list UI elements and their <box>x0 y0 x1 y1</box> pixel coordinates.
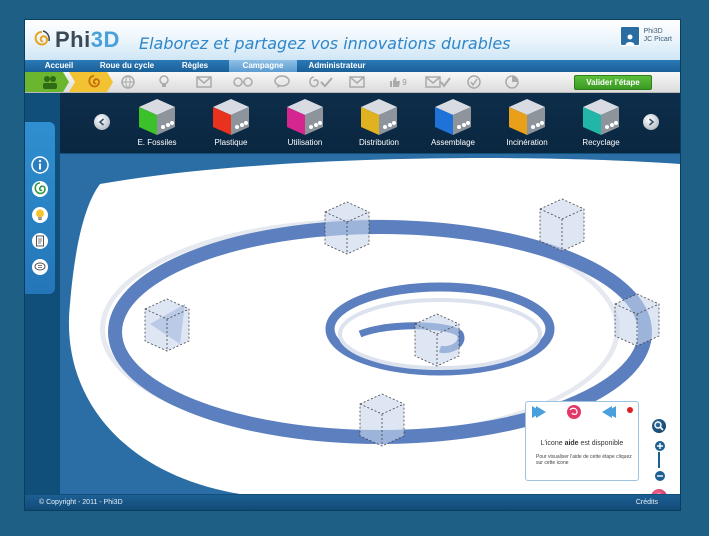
step-comment-icon[interactable] <box>271 72 293 92</box>
info-icon[interactable] <box>31 156 49 174</box>
category-e-fossiles[interactable]: E. Fossiles <box>122 97 192 147</box>
category-label: Recyclage <box>582 138 620 147</box>
category-label: Utilisation <box>287 138 323 147</box>
step-mail-check-icon[interactable] <box>423 72 453 92</box>
left-toolbar <box>25 122 55 294</box>
step-mail-icon[interactable] <box>193 72 215 92</box>
like-count: 9 <box>402 77 407 87</box>
help-button[interactable] <box>650 488 668 494</box>
carousel-next-button[interactable] <box>643 114 659 130</box>
credits-link[interactable]: Crédits <box>636 495 658 510</box>
user-name: JC Picart <box>643 36 672 43</box>
footer: © Copyright - 2011 - Phi3D Crédits <box>25 495 680 510</box>
help-body: Pour visualiser l'aide de cette étape cl… <box>536 454 632 466</box>
category-cube-icon <box>139 99 175 135</box>
category-assemblage[interactable]: Assemblage <box>418 97 488 147</box>
category-carousel: E. Fossiles Plastique Utilisation Distribut… <box>60 93 680 153</box>
minus-icon <box>657 475 663 477</box>
category-cube-icon <box>287 99 323 135</box>
category-cube-icon <box>213 99 249 135</box>
user-box[interactable]: Phi3D JC Picart <box>619 26 672 46</box>
cube-slot-1 <box>324 201 370 255</box>
validate-step-button[interactable]: Valider l'étape <box>574 75 652 90</box>
category-label: Distribution <box>358 138 399 147</box>
logo: Phi3D <box>31 26 120 54</box>
help-swirl-icon <box>657 493 662 494</box>
header: Phi3D Elaborez et partagez vos innovatio… <box>25 20 680 60</box>
tagline: Elaborez et partagez vos innovations dur… <box>139 34 511 53</box>
step-swirl-icon[interactable] <box>81 72 107 92</box>
category-cube-icon <box>583 99 619 135</box>
step-check-circle-icon[interactable] <box>463 72 485 92</box>
category-label: Incinération <box>506 138 548 147</box>
chevron-right-icon <box>648 118 655 126</box>
category-incin-ration[interactable]: Incinération <box>492 97 562 147</box>
logo-swirl-icon <box>34 30 50 46</box>
logo-text: Phi3D <box>55 27 120 52</box>
category-plastique[interactable]: Plastique <box>196 97 266 147</box>
comment-icon[interactable] <box>31 258 49 276</box>
main-nav: Accueil Roue du cycle Règles Campagne Ad… <box>25 60 680 72</box>
user-org: Phi3D <box>643 28 663 35</box>
step-team-icon[interactable] <box>37 72 63 92</box>
nav-campagne[interactable]: Campagne <box>229 60 297 72</box>
category-cube-icon <box>509 99 545 135</box>
category-label: E. Fossiles <box>137 138 177 147</box>
swirl-icon[interactable] <box>31 180 49 198</box>
help-tooltip: L'icone aide est disponible Pour visuali… <box>525 401 639 481</box>
help-icons <box>532 405 616 419</box>
zoom-in-button[interactable] <box>654 440 666 452</box>
zoom-search-button[interactable] <box>651 418 667 434</box>
category-cube-icon <box>361 99 397 135</box>
nav-regles[interactable]: Règles <box>161 60 229 72</box>
category-cube-icon <box>435 99 471 135</box>
chevron-left-icon <box>98 118 105 126</box>
spiral-canvas[interactable]: L'icone aide est disponible Pour visuali… <box>60 154 680 494</box>
idea-bulb-icon[interactable] <box>31 206 49 224</box>
close-dot-icon[interactable] <box>627 407 633 413</box>
category-recyclage[interactable]: Recyclage <box>566 97 636 147</box>
carousel-prev-button[interactable] <box>94 114 110 130</box>
plus-icon <box>657 443 663 449</box>
step-pie-chart-icon[interactable] <box>501 72 523 92</box>
help-title: L'icone aide est disponible <box>540 440 624 447</box>
app-window: Phi3D Elaborez et partagez vos innovatio… <box>25 20 680 510</box>
step-bulb-icon[interactable] <box>153 72 175 92</box>
nav-roue-du-cycle[interactable]: Roue du cycle <box>93 60 161 72</box>
category-distribution[interactable]: Distribution <box>344 97 414 147</box>
step-swirl-check-icon[interactable] <box>305 72 335 92</box>
magnifier-icon <box>654 421 664 431</box>
step-mail-2-icon[interactable] <box>345 72 369 92</box>
step-like-icon[interactable]: 9 <box>385 72 411 92</box>
document-icon[interactable] <box>31 232 49 250</box>
step-glasses-icon[interactable] <box>231 72 255 92</box>
user-avatar-icon[interactable] <box>619 26 640 46</box>
user-info: Phi3D JC Picart <box>644 28 672 44</box>
zoom-out-button[interactable] <box>654 470 666 482</box>
category-label: Assemblage <box>430 138 476 147</box>
step-bar: 9 Valider l'étape <box>25 72 680 93</box>
category-utilisation[interactable]: Utilisation <box>270 97 340 147</box>
nav-administrateur[interactable]: Administrateur <box>297 60 377 72</box>
zoom-slider-track[interactable] <box>658 452 660 468</box>
step-globe-icon[interactable] <box>117 72 139 92</box>
nav-accueil[interactable]: Accueil <box>25 60 93 72</box>
copyright-text: © Copyright - 2011 - Phi3D <box>39 499 123 506</box>
category-label: Plastique <box>214 138 248 147</box>
